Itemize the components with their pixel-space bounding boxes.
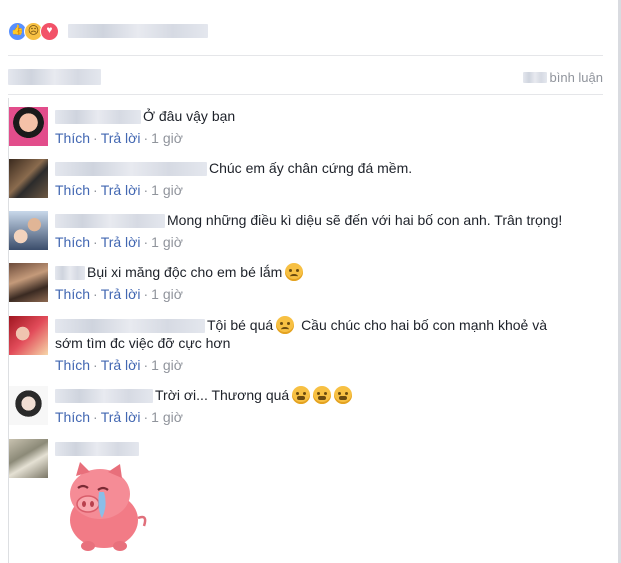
reactions-bar[interactable]: 👍 ☹ ♥ xyxy=(8,21,208,41)
pig-tail xyxy=(137,515,147,527)
separator: · xyxy=(143,182,149,198)
reply-link[interactable]: Trả lời xyxy=(101,409,141,425)
reply-link[interactable]: Trả lời xyxy=(101,286,141,302)
comment-count: bình luận xyxy=(522,69,604,85)
comment-text: Trời ơi... Thương quá xyxy=(155,387,290,403)
separator: · xyxy=(143,130,149,146)
avatar[interactable] xyxy=(9,316,48,355)
view-previous-comments-blurred[interactable] xyxy=(8,69,101,85)
avatar[interactable] xyxy=(9,386,48,425)
separator: · xyxy=(143,357,149,373)
comment-text: Mong những điều kì diệu sẽ đến với hai b… xyxy=(167,212,563,228)
divider xyxy=(8,94,603,95)
comment-text: Tội bé quá xyxy=(207,317,274,333)
author-name-blurred[interactable] xyxy=(55,162,207,177)
separator: · xyxy=(93,286,98,302)
separator: · xyxy=(143,286,149,302)
comment-text-line2: sớm tìm đc việc đỡ cực hơn xyxy=(55,335,231,351)
author-name-blurred[interactable] xyxy=(55,442,139,457)
like-link[interactable]: Thích xyxy=(55,130,90,146)
separator: · xyxy=(93,357,98,373)
like-link[interactable]: Thích xyxy=(55,409,90,425)
pig-nostril xyxy=(82,501,86,507)
pig-foot xyxy=(81,541,95,551)
sad-face-icon xyxy=(276,316,295,334)
comment-actions: Thích · Trả lời · 1 giờ xyxy=(55,129,603,147)
reply-link[interactable]: Trả lời xyxy=(101,130,141,146)
timestamp[interactable]: 1 giờ xyxy=(151,286,183,302)
timestamp[interactable]: 1 giờ xyxy=(151,182,183,198)
like-link[interactable]: Thích xyxy=(55,357,90,373)
reply-link[interactable]: Trả lời xyxy=(101,357,141,373)
author-name-blurred[interactable] xyxy=(55,389,153,404)
crying-face-icon xyxy=(334,386,353,404)
comment-actions: Thích · Trả lời · 1 giờ xyxy=(55,181,603,199)
separator: · xyxy=(143,234,149,250)
timestamp[interactable]: 1 giờ xyxy=(151,234,183,250)
timestamp[interactable]: 1 giờ xyxy=(151,409,183,425)
separator: · xyxy=(93,409,98,425)
comment-text: Ở đâu vậy bạn xyxy=(143,108,236,124)
avatar[interactable] xyxy=(9,211,48,250)
reply-link[interactable]: Trả lời xyxy=(101,182,141,198)
comment-text: Cầu chúc cho hai bố con mạnh khoẻ và xyxy=(301,317,547,333)
crying-face-icon xyxy=(313,386,332,404)
count-number-blurred xyxy=(522,71,547,83)
sad-face-icon xyxy=(285,263,304,281)
avatar[interactable] xyxy=(9,439,48,478)
crying-pig-sticker[interactable] xyxy=(58,460,154,556)
comment-actions: Thích · Trả lời · 1 giờ xyxy=(55,408,603,426)
separator: · xyxy=(93,130,98,146)
divider xyxy=(8,55,603,56)
comments-header: bình luận xyxy=(8,66,603,88)
separator: · xyxy=(93,182,98,198)
love-icon[interactable]: ♥ xyxy=(40,21,59,41)
avatar[interactable] xyxy=(9,263,48,302)
like-link[interactable]: Thích xyxy=(55,182,90,198)
comment-text: Bụi xi măng độc cho em bé lắm xyxy=(87,264,283,280)
comment-actions: Thích · Trả lời · 1 giờ xyxy=(55,285,603,303)
reaction-names-blurred[interactable] xyxy=(68,24,208,38)
comment-count-label: bình luận xyxy=(549,69,604,85)
avatar[interactable] xyxy=(9,107,48,146)
comment-actions: Thích · Trả lời · 1 giờ xyxy=(55,233,603,251)
avatar[interactable] xyxy=(9,159,48,198)
like-link[interactable]: Thích xyxy=(55,234,90,250)
pig-snout xyxy=(76,495,100,513)
timestamp[interactable]: 1 giờ xyxy=(151,357,183,373)
author-name-blurred[interactable] xyxy=(55,214,165,229)
comment-actions: Thích · Trả lời · 1 giờ xyxy=(55,356,603,374)
separator: · xyxy=(143,409,149,425)
timestamp[interactable]: 1 giờ xyxy=(151,130,183,146)
pig-foot xyxy=(113,541,127,551)
pig-nostril xyxy=(90,501,94,507)
like-link[interactable]: Thích xyxy=(55,286,90,302)
separator: · xyxy=(93,234,98,250)
author-name-blurred[interactable] xyxy=(55,319,205,334)
author-name-blurred[interactable] xyxy=(55,266,85,281)
comment-text: Chúc em ấy chân cứng đá mềm. xyxy=(209,160,413,176)
reply-link[interactable]: Trả lời xyxy=(101,234,141,250)
crying-face-icon xyxy=(292,386,311,404)
author-name-blurred[interactable] xyxy=(55,110,141,125)
